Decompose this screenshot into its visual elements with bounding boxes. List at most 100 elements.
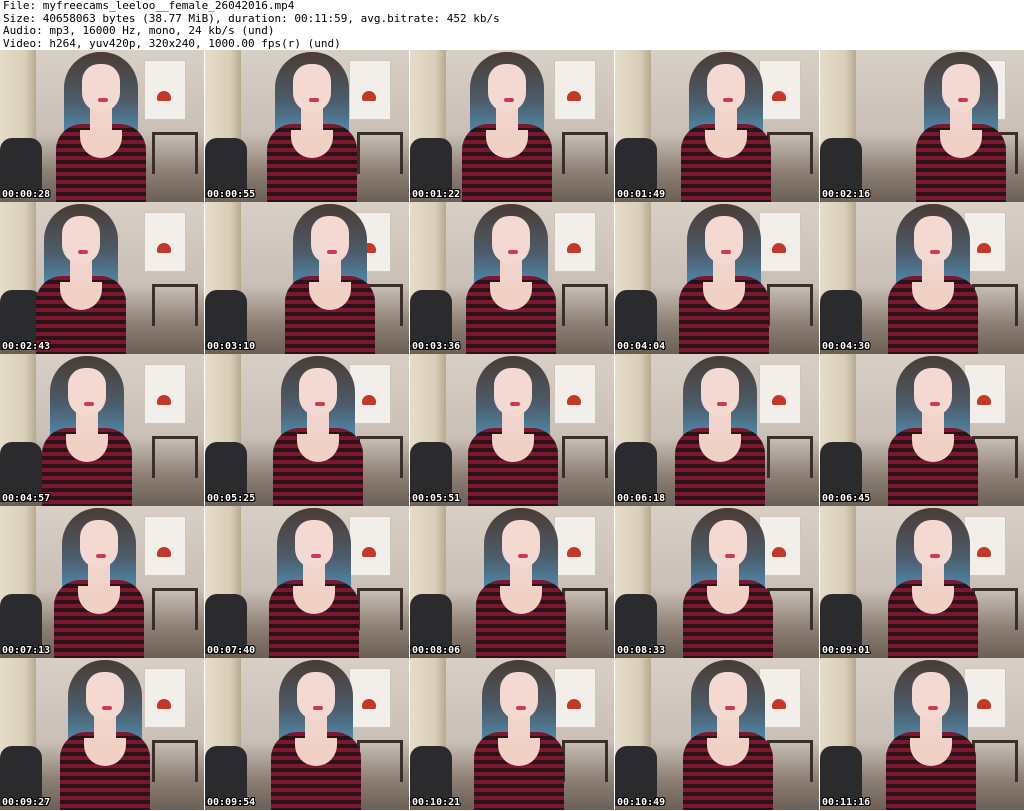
person-figure xyxy=(38,354,134,506)
video-thumbnail: 00:02:43 xyxy=(0,202,204,354)
heart-icon xyxy=(567,699,581,709)
thumbnail-timestamp: 00:06:45 xyxy=(822,493,871,504)
person-lips xyxy=(930,402,940,406)
person-lips xyxy=(725,706,735,710)
person-figure xyxy=(884,202,980,354)
thumbnail-timestamp: 00:00:55 xyxy=(207,189,256,200)
person-lips xyxy=(96,554,106,558)
shelf xyxy=(152,740,198,782)
heart-icon xyxy=(362,699,376,709)
person-lips xyxy=(725,554,735,558)
video-thumbnail: 00:02:16 xyxy=(820,50,1024,202)
person-face xyxy=(311,216,349,264)
heart-icon xyxy=(157,243,171,253)
thumbnail-timestamp: 00:11:16 xyxy=(822,797,871,808)
person-figure xyxy=(265,506,361,658)
wall-art xyxy=(144,212,186,272)
person-lips xyxy=(327,250,337,254)
person-lips xyxy=(313,706,323,710)
heart-icon xyxy=(772,243,786,253)
thumbnail-timestamp: 00:08:06 xyxy=(412,645,461,656)
person-face xyxy=(299,368,337,416)
shelf xyxy=(562,436,608,478)
video-thumbnail: 00:09:54 xyxy=(205,658,409,810)
video-thumbnail: 00:04:04 xyxy=(615,202,819,354)
person-lips xyxy=(723,98,733,102)
person-face xyxy=(705,216,743,264)
video-thumbnail: 00:00:28 xyxy=(0,50,204,202)
thumbnail-timestamp: 00:05:51 xyxy=(412,493,461,504)
person-figure xyxy=(882,658,978,810)
video-thumbnail: 00:00:55 xyxy=(205,50,409,202)
heart-icon xyxy=(772,91,786,101)
file-info-header: File: myfreecams_leeloo__female_26042016… xyxy=(3,0,1021,50)
video-thumbnail: 00:01:49 xyxy=(615,50,819,202)
thumbnail-timestamp: 00:01:49 xyxy=(617,189,666,200)
person-figure xyxy=(884,506,980,658)
person-lips xyxy=(516,706,526,710)
video-thumbnail: 00:05:51 xyxy=(410,354,614,506)
video-thumbnail: 00:11:16 xyxy=(820,658,1024,810)
person-figure xyxy=(472,506,568,658)
video-thumbnail: 00:06:45 xyxy=(820,354,1024,506)
shelf xyxy=(357,740,403,782)
heart-icon xyxy=(567,395,581,405)
person-lips xyxy=(930,250,940,254)
thumbnail-timestamp: 00:05:25 xyxy=(207,493,256,504)
person-figure xyxy=(671,354,767,506)
video-thumbnail: 00:01:22 xyxy=(410,50,614,202)
heart-icon xyxy=(157,395,171,405)
thumbnail-timestamp: 00:09:27 xyxy=(2,797,51,808)
person-face xyxy=(914,368,952,416)
thumbnail-timestamp: 00:04:30 xyxy=(822,341,871,352)
shelf xyxy=(152,284,198,326)
person-lips xyxy=(98,98,108,102)
shelf xyxy=(152,436,198,478)
thumbnail-timestamp: 00:03:36 xyxy=(412,341,461,352)
person-face xyxy=(492,216,530,264)
thumbnail-timestamp: 00:03:10 xyxy=(207,341,256,352)
person-face xyxy=(709,672,747,720)
video-thumbnail: 00:04:30 xyxy=(820,202,1024,354)
person-figure xyxy=(263,50,359,202)
heart-icon xyxy=(567,243,581,253)
video-thumbnail: 00:05:25 xyxy=(205,354,409,506)
shelf xyxy=(562,740,608,782)
heart-icon xyxy=(977,699,991,709)
person-face xyxy=(293,64,331,112)
person-lips xyxy=(309,98,319,102)
person-lips xyxy=(721,250,731,254)
heart-icon xyxy=(362,547,376,557)
thumbnail-timestamp: 00:09:01 xyxy=(822,645,871,656)
thumbnail-timestamp: 00:04:04 xyxy=(617,341,666,352)
video-thumbnail: 00:07:13 xyxy=(0,506,204,658)
person-face xyxy=(709,520,747,568)
person-face xyxy=(942,64,980,112)
person-lips xyxy=(930,554,940,558)
thumbnail-timestamp: 00:06:18 xyxy=(617,493,666,504)
shelf xyxy=(767,436,813,478)
person-lips xyxy=(84,402,94,406)
person-figure xyxy=(677,50,773,202)
person-lips xyxy=(958,98,968,102)
thumbnail-timestamp: 00:01:22 xyxy=(412,189,461,200)
person-face xyxy=(494,368,532,416)
heart-icon xyxy=(157,91,171,101)
person-face xyxy=(297,672,335,720)
thumbnail-timestamp: 00:10:49 xyxy=(617,797,666,808)
shelf xyxy=(767,132,813,174)
thumbnail-timestamp: 00:02:16 xyxy=(822,189,871,200)
video-thumbnail: 00:10:21 xyxy=(410,658,614,810)
person-figure xyxy=(56,658,152,810)
shelf xyxy=(152,132,198,174)
shelf xyxy=(357,132,403,174)
video-thumbnail: 00:08:33 xyxy=(615,506,819,658)
thumbnail-timestamp: 00:09:54 xyxy=(207,797,256,808)
person-figure xyxy=(462,202,558,354)
shelf xyxy=(357,588,403,630)
video-thumbnail: 00:09:27 xyxy=(0,658,204,810)
shelf xyxy=(562,132,608,174)
thumbnail-timestamp: 00:08:33 xyxy=(617,645,666,656)
video-thumbnail: 00:04:57 xyxy=(0,354,204,506)
heart-icon xyxy=(772,395,786,405)
